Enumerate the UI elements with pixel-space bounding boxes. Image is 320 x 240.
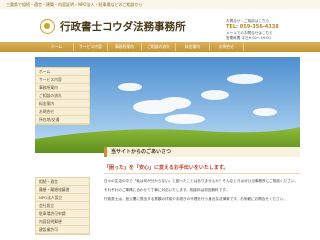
sidebar-item-office[interactable]: 事務所案内 (36, 84, 89, 92)
office-name[interactable]: 行政書士コウダ法務事務所 (60, 19, 186, 34)
sidebar-item-flow[interactable]: ご相談の流れ (36, 92, 89, 100)
sidebar-item-contact[interactable]: お問合せ (36, 108, 89, 116)
header: 行政書士コウダ法務事務所 お問合せ・ご相談はこちら TEL: 059-356-4… (0, 9, 320, 42)
tagline: 三重県で相続・遺言・建築・内容証明・NPO法人・駐車場などのご相談から (0, 0, 320, 9)
sidebar-item-npo[interactable]: NPO法人設立 (36, 194, 89, 202)
nav-item-home[interactable]: ホーム (40, 43, 74, 51)
sidebar-item-parking[interactable]: 駐車場許可申請 (36, 210, 89, 218)
nav-item-services[interactable]: サービス内容 (74, 43, 108, 51)
main-content: 当サイトからのごあいさつ 「困った」を「安心」に変えるお手伝いをいたします。 日… (104, 147, 300, 202)
sidebar-item-inheritance[interactable]: 相続・遺言 (36, 178, 89, 186)
nav-item-contact[interactable]: お問合せ (210, 43, 244, 51)
contact-box: お問合せ・ご相談はこちら TEL: 059-356-4338 メールでのお問合せ… (226, 19, 316, 41)
sidebar-item-divorce[interactable]: 離婚・離婚協議書 (36, 186, 89, 194)
logo-icon[interactable] (40, 19, 55, 34)
sidebar-item-fees[interactable]: 料金案内 (36, 100, 89, 108)
nav-item-fees[interactable]: 料金案内 (176, 43, 210, 51)
paragraph: それぞれのご事情に合わせて丁寧に対応いたします。相談料は初回無料です。 (104, 188, 230, 192)
sidebar-menu-main: ホーム サービス内容 事務所案内 ご相談の流れ 料金案内 お問合せ 所在地/交通 (35, 67, 90, 125)
nav-item-office[interactable]: 事務所案内 (108, 43, 142, 51)
phone-number[interactable]: TEL: 059-356-4338 (226, 24, 316, 31)
divider (104, 173, 300, 174)
sidebar-item-services[interactable]: サービス内容 (36, 76, 89, 84)
sidebar: ホーム サービス内容 事務所案内 ご相談の流れ 料金案内 お問合せ 所在地/交通… (35, 67, 90, 235)
sidebar-item-company[interactable]: 会社設立 (36, 202, 89, 210)
lead-text: 「困った」を「安心」に変えるお手伝いをいたします。 (104, 165, 229, 171)
nav-item-flow[interactable]: ご相談の流れ (142, 43, 176, 51)
paragraph: 行政書士は、官公署に提出する書類の作成や手続きの代理を行う身近な法律家です。お気… (104, 197, 287, 201)
sidebar-item-certified-mail[interactable]: 内容証明郵便 (36, 218, 89, 226)
sidebar-item-construction[interactable]: 建設業許可 (36, 226, 89, 234)
sidebar-item-access[interactable]: 所在地/交通 (36, 116, 89, 124)
main-nav: ホーム サービス内容 事務所案内 ご相談の流れ 料金案内 お問合せ (0, 42, 320, 52)
sidebar-menu-services: 相続・遺言 離婚・離婚協議書 NPO法人設立 会社設立 駐車場許可申請 内容証明… (35, 177, 90, 235)
sidebar-item-home[interactable]: ホーム (36, 68, 89, 76)
business-hours: 営業時間 平日9:00〜19:00 (226, 36, 271, 40)
paragraph: 日々の生活の中で「私は何が分からない」と困ったことはありませんか？そんなときはぜ… (104, 179, 298, 183)
section-title: 当サイトからのごあいさつ (104, 147, 300, 157)
